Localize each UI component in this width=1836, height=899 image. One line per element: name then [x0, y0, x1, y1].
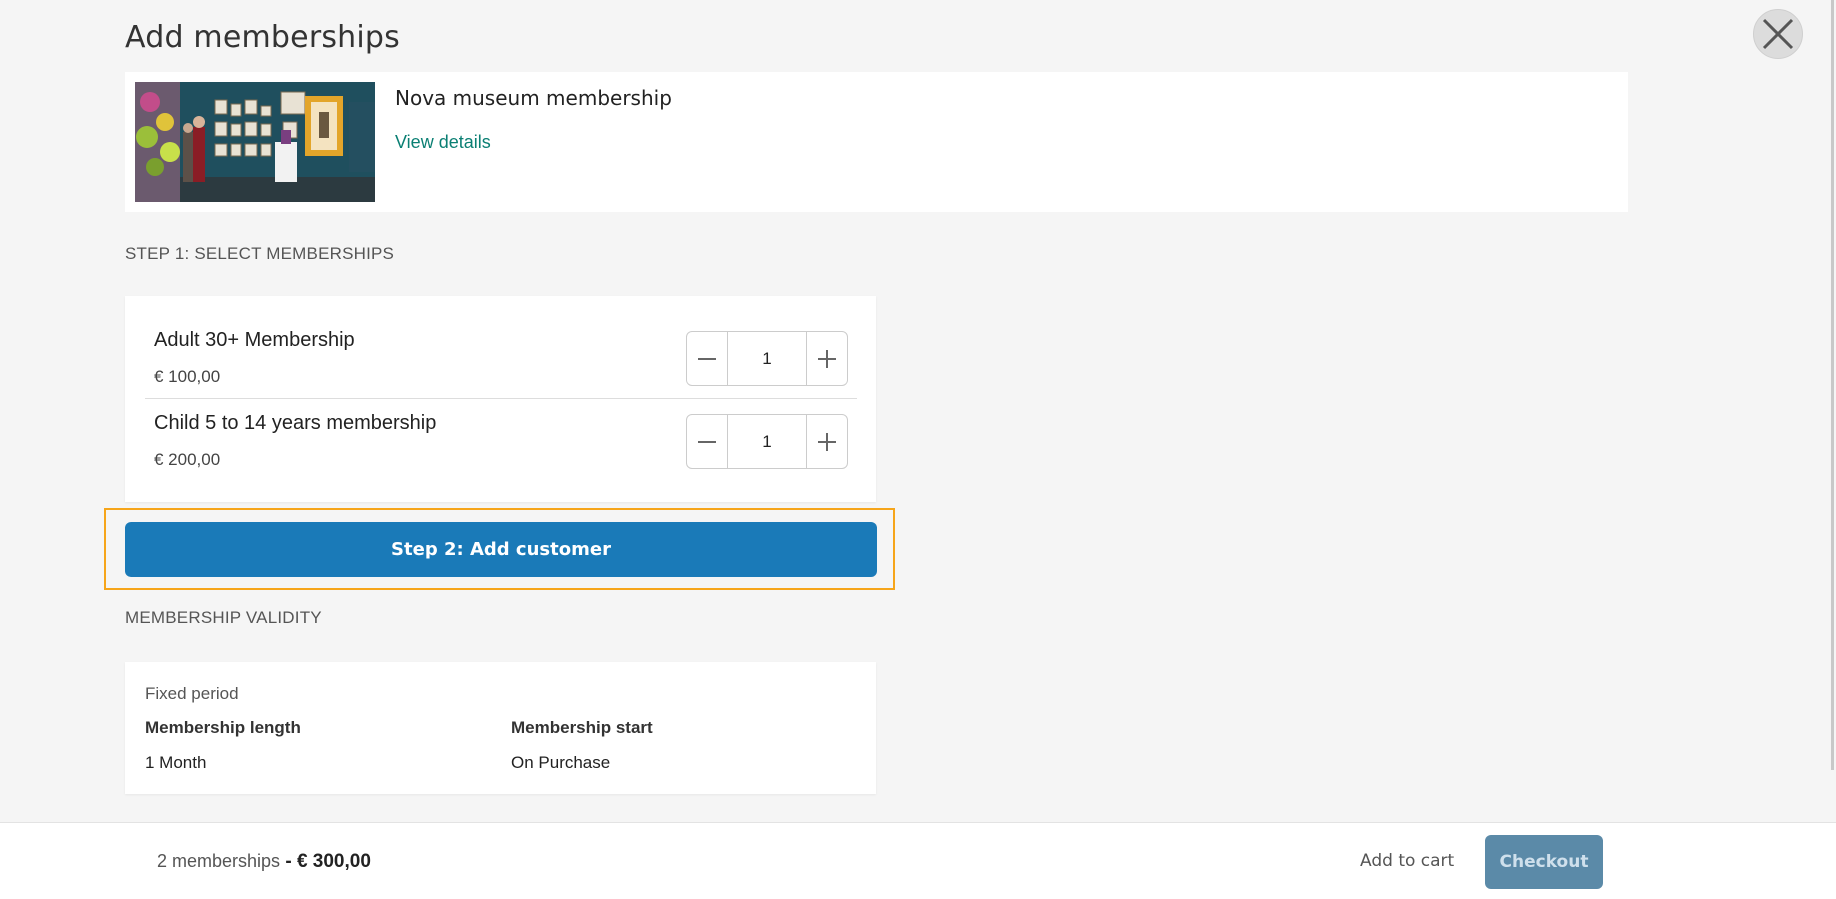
membership-name: Child 5 to 14 years membership	[154, 412, 437, 434]
membership-name: Adult 30+ Membership	[154, 329, 355, 351]
minus-icon	[698, 357, 716, 360]
quantity-input[interactable]: 1	[727, 415, 807, 468]
validity-heading: MEMBERSHIP VALIDITY	[125, 608, 322, 627]
increase-button[interactable]	[807, 332, 847, 385]
membership-count: 2 memberships	[157, 851, 281, 871]
checkout-button[interactable]: Checkout	[1485, 835, 1603, 889]
decrease-button[interactable]	[687, 332, 727, 385]
validity-type: Fixed period	[145, 684, 239, 703]
close-button[interactable]	[1753, 9, 1803, 59]
product-image	[135, 82, 375, 202]
plus-icon	[818, 432, 836, 451]
minus-icon	[698, 440, 716, 443]
validity-panel: Fixed period Membership length Membershi…	[125, 662, 876, 794]
add-customer-button[interactable]: Step 2: Add customer	[125, 522, 877, 577]
step1-heading: STEP 1: SELECT MEMBERSHIPS	[125, 244, 395, 263]
scrollbar[interactable]	[1831, 0, 1834, 770]
membership-price: € 200,00	[154, 450, 221, 469]
decrease-button[interactable]	[687, 415, 727, 468]
quantity-stepper: 1	[686, 331, 848, 386]
row-divider	[145, 398, 857, 399]
membership-start-label: Membership start	[511, 718, 653, 737]
quantity-stepper: 1	[686, 414, 848, 469]
total-separator: -	[280, 851, 297, 872]
membership-price: € 100,00	[154, 367, 221, 386]
total-price: € 300,00	[296, 851, 371, 872]
view-details-link[interactable]: View details	[395, 132, 491, 153]
membership-length-label: Membership length	[145, 718, 301, 737]
membership-start-value: On Purchase	[511, 753, 611, 772]
add-to-cart-button[interactable]: Add to cart	[1360, 851, 1454, 871]
increase-button[interactable]	[807, 415, 847, 468]
quantity-input[interactable]: 1	[727, 332, 807, 385]
product-name: Nova museum membership	[395, 86, 672, 110]
memberships-list: Adult 30+ Membership € 100,00 1 Child 5 …	[125, 296, 876, 502]
plus-icon	[818, 349, 836, 368]
product-card: Nova museum membership View details	[125, 72, 1628, 212]
page-title: Add memberships	[125, 20, 401, 55]
order-summary: 2 memberships - € 300,00	[157, 851, 371, 873]
footer-bar: 2 memberships - € 300,00 Add to cart Che…	[0, 822, 1836, 899]
membership-length-value: 1 Month	[145, 753, 207, 772]
close-icon	[1762, 18, 1794, 50]
